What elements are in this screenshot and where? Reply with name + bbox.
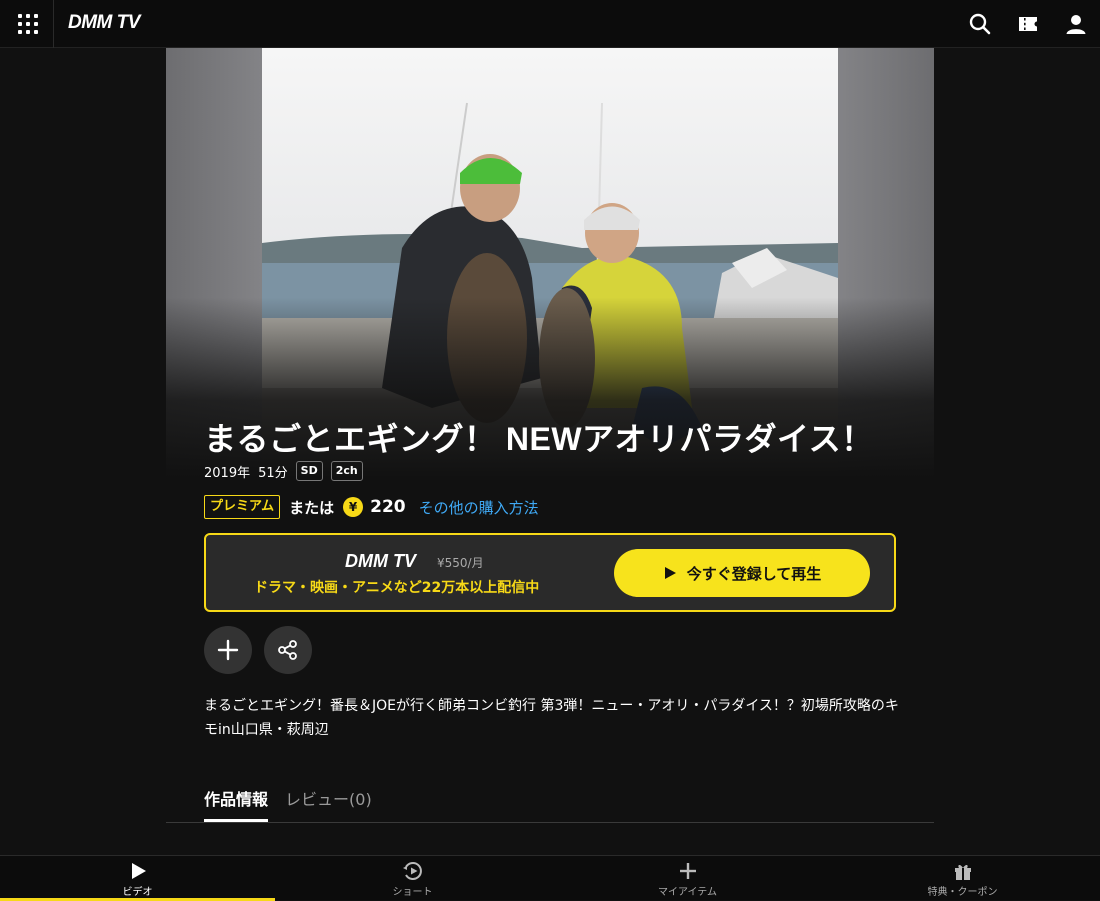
- ticket-icon[interactable]: [1016, 12, 1040, 36]
- plus-icon: [679, 863, 696, 879]
- nav-label-shorts: ショート: [392, 887, 433, 898]
- nav-label-benefits-coupons: 特典・クーポン: [927, 887, 998, 898]
- add-icon: [217, 639, 239, 661]
- play-icon: [131, 863, 146, 879]
- release-year: 2019年: [204, 465, 251, 481]
- or-label: または: [289, 498, 335, 517]
- header-divider: [53, 0, 54, 48]
- apps-grid-icon[interactable]: [18, 14, 38, 34]
- search-icon[interactable]: [968, 12, 992, 36]
- promo-dmm-tv-logo: DMM TV: [345, 551, 416, 571]
- tab-work-info[interactable]: 作品情報: [204, 782, 269, 822]
- description: まるごとエギング！番長＆JOEが行く師弟コンビ釣行 第3弾！ニュー・アオリ・パラ…: [204, 698, 899, 738]
- nav-item-shorts[interactable]: ショート: [275, 856, 550, 901]
- tab-reviews[interactable]: レビュー(0): [285, 782, 372, 822]
- top-header: DMM TV: [0, 0, 1100, 48]
- gift-icon: [954, 864, 971, 880]
- purchase-row: プレミアム または ¥ 220 その他の購入方法: [204, 494, 539, 520]
- share-icon: [278, 640, 297, 660]
- share-button[interactable]: [264, 626, 312, 674]
- nav-item-my-items[interactable]: マイアイテム: [550, 856, 825, 901]
- page-title: まるごとエギング！ NEWアオリパラダイス！: [204, 421, 874, 457]
- title-meta: 2019年 51分 SD 2ch: [204, 460, 363, 482]
- promo-tagline: ドラマ・映画・アニメなど22万本以上配信中: [254, 580, 540, 596]
- user-icon[interactable]: [1064, 12, 1088, 36]
- shorts-icon: [402, 862, 422, 880]
- nav-label-my-items: マイアイテム: [658, 887, 717, 898]
- audio-badge: 2ch: [330, 461, 363, 481]
- nav-item-video[interactable]: ビデオ: [0, 856, 275, 901]
- yen-coin-icon: ¥: [343, 497, 364, 517]
- nav-item-benefits-coupons[interactable]: 特典・クーポン: [825, 856, 1100, 901]
- other-purchase-methods-link[interactable]: その他の購入方法: [419, 497, 539, 518]
- premium-badge: プレミアム: [204, 495, 281, 519]
- monthly-price: ¥550/月: [437, 556, 484, 570]
- add-to-list-button[interactable]: [204, 626, 252, 674]
- subscription-promo: DMM TV ¥550/月 ドラマ・映画・アニメなど22万本以上配信中 今すぐ登…: [204, 533, 896, 612]
- dmm-tv-logo[interactable]: DMM TV: [68, 12, 140, 34]
- quality-badge: SD: [295, 461, 323, 481]
- tabs-divider: [166, 822, 934, 823]
- subscribe-and-play-label: 今すぐ登録して再生: [686, 564, 822, 583]
- nav-label-video: ビデオ: [122, 887, 153, 898]
- detail-tabs: 作品情報 レビュー(0): [204, 782, 372, 822]
- bottom-navigation: ビデオ ショート マイアイテム 特典・クーポン: [0, 855, 1100, 901]
- duration: 51分: [258, 465, 288, 481]
- subscribe-and-play-button[interactable]: 今すぐ登録して再生: [614, 549, 870, 597]
- price-value: 220: [370, 497, 406, 517]
- play-icon: [664, 567, 676, 579]
